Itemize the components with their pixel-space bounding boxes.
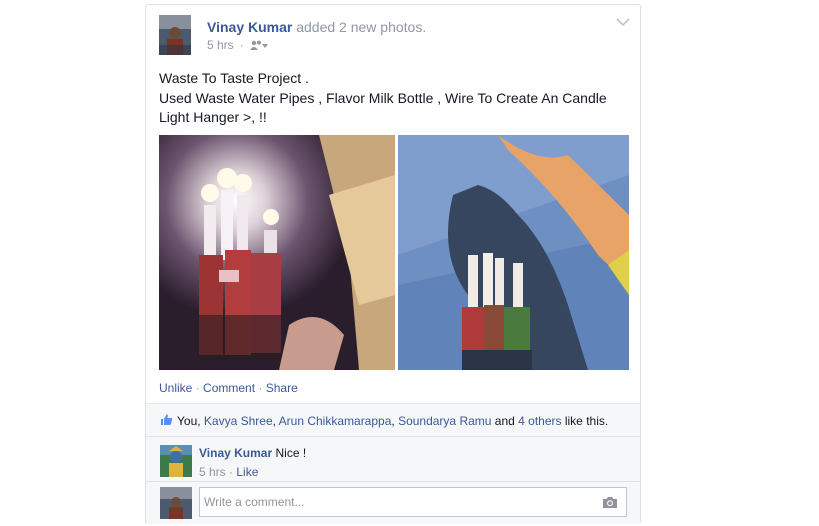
- commenter-avatar[interactable]: [160, 445, 192, 477]
- photo-1[interactable]: [159, 135, 395, 370]
- comment-link[interactable]: Comment: [203, 381, 255, 395]
- sep-dot: ·: [192, 381, 204, 395]
- comment-item: Vinay Kumar Nice ! 5 hrs · Like: [146, 436, 640, 485]
- my-avatar: [160, 487, 192, 519]
- friends-icon[interactable]: [249, 40, 268, 50]
- post-card: Vinay Kumar added 2 new photos. 5 hrs · …: [145, 4, 641, 524]
- comment-timestamp[interactable]: 5 hrs: [199, 465, 226, 479]
- post-header: Vinay Kumar added 2 new photos.: [207, 19, 426, 35]
- camera-icon[interactable]: [602, 496, 618, 509]
- likes-summary: You, Kavya Shree, Arun Chikkamarappa, So…: [177, 414, 608, 428]
- post-timestamp[interactable]: 5 hrs: [207, 38, 234, 52]
- post-actions: Unlike · Comment · Share: [159, 381, 298, 395]
- liker-link[interactable]: Arun Chikkamarappa: [279, 414, 392, 428]
- unlike-link[interactable]: Unlike: [159, 381, 192, 395]
- likes-suffix: like this.: [561, 414, 609, 428]
- likes-others-link[interactable]: 4 others: [518, 414, 561, 428]
- thumbs-up-icon: [161, 414, 173, 425]
- likes-and: and: [491, 414, 519, 428]
- author-name-link[interactable]: Vinay Kumar: [207, 19, 292, 35]
- comment-input[interactable]: [199, 487, 627, 517]
- liker-link[interactable]: Soundarya Ramu: [398, 414, 491, 428]
- comment-body: Vinay Kumar Nice !: [199, 446, 306, 460]
- likes-prefix: You,: [177, 414, 204, 428]
- likes-bar: You, Kavya Shree, Arun Chikkamarappa, So…: [146, 403, 640, 436]
- comment-composer: [146, 481, 640, 524]
- post-text: Waste To Taste Project . Used Waste Wate…: [159, 69, 629, 128]
- post-options-chevron-icon[interactable]: [616, 17, 630, 27]
- comment-meta: 5 hrs · Like: [199, 465, 258, 479]
- sep-dot: ·: [239, 38, 244, 52]
- post-meta: 5 hrs ·: [207, 38, 268, 52]
- share-link[interactable]: Share: [266, 381, 298, 395]
- sep-dot: ·: [225, 465, 237, 479]
- comment-text: Nice !: [272, 446, 307, 460]
- photo-2[interactable]: [398, 135, 629, 370]
- comment-like-link[interactable]: Like: [236, 465, 258, 479]
- post-text-line1: Waste To Taste Project .: [159, 70, 309, 86]
- sep-dot: ·: [255, 381, 266, 395]
- comment-author-link[interactable]: Vinay Kumar: [199, 446, 272, 460]
- author-avatar[interactable]: [159, 15, 191, 55]
- post-text-line2: Used Waste Water Pipes , Flavor Milk Bot…: [159, 89, 607, 126]
- post-action-text: added 2 new photos.: [292, 19, 427, 35]
- liker-link[interactable]: Kavya Shree: [204, 414, 273, 428]
